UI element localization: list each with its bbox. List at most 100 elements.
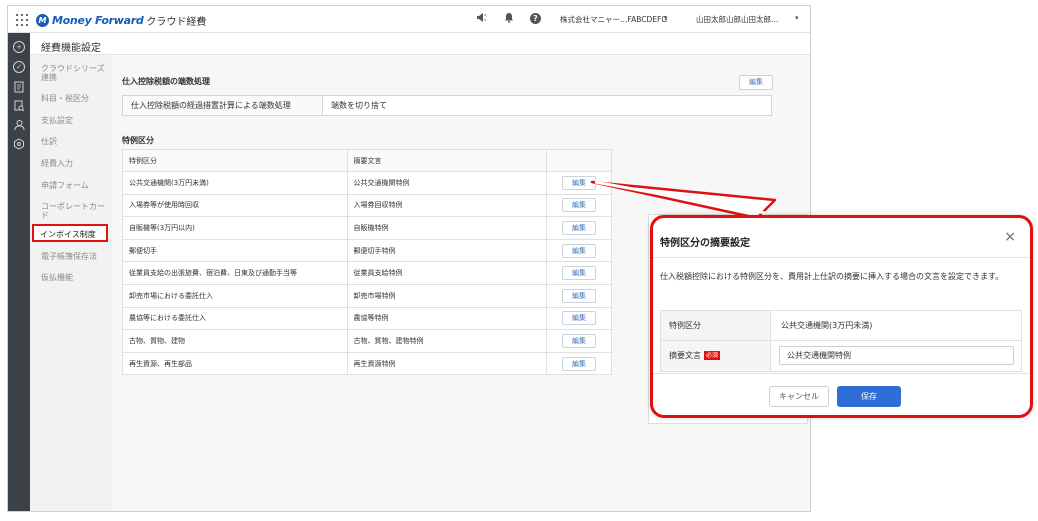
category-cell: 古物、質物、建物 bbox=[122, 329, 348, 353]
category-cell: 農協等における委託仕入 bbox=[122, 306, 348, 331]
row-edit-button[interactable]: 編集 bbox=[562, 175, 597, 190]
row-edit-button[interactable]: 編集 bbox=[562, 220, 597, 235]
category-label: 特例区分 bbox=[661, 311, 771, 340]
column-header bbox=[546, 149, 612, 172]
row-edit-button[interactable]: 編集 bbox=[562, 311, 597, 326]
required-badge: 必須 bbox=[704, 351, 721, 360]
category-cell: 自販機等(3万円以内) bbox=[122, 216, 348, 240]
text-cell: 卸売市場特例 bbox=[346, 283, 548, 308]
text-cell: 再生資源特例 bbox=[346, 351, 548, 376]
brand-logo-area[interactable]: M Money Forward クラウド経費 bbox=[36, 12, 206, 28]
announcement-icon[interactable] bbox=[476, 12, 487, 28]
table-row: 公共交通機関(3万円未満) 公共交通機関特例 編集 bbox=[122, 171, 612, 195]
row-edit-button[interactable]: 編集 bbox=[562, 333, 597, 348]
close-icon[interactable]: × bbox=[1004, 230, 1016, 244]
summary-text-row: 摘要文言 必須 公共交通機関特例 bbox=[661, 341, 1021, 371]
table-row: 自販機等(3万円以内) 自販機特例 編集 bbox=[122, 216, 612, 240]
cancel-button[interactable]: キャンセル bbox=[769, 386, 829, 407]
user-menu[interactable]: 山田太郎山郎山田太郎… bbox=[696, 14, 779, 25]
row-edit-button[interactable]: 編集 bbox=[562, 198, 597, 213]
document-search-icon[interactable] bbox=[13, 100, 25, 112]
text-cell: 自販機特例 bbox=[346, 216, 548, 240]
modal-header: 特例区分の摘要設定 × bbox=[653, 218, 1030, 258]
summary-text-cell: 公共交通機関特例 bbox=[771, 341, 1021, 371]
sidebar-item-accounts-tax[interactable]: 科目・税区分 bbox=[41, 94, 111, 103]
chevron-down-icon[interactable]: ▾ bbox=[664, 14, 668, 22]
category-value: 公共交通機関(3万円未満) bbox=[781, 321, 873, 330]
modal-title: 特例区分の摘要設定 bbox=[660, 238, 750, 249]
category-cell: 公共交通機関(3万円未満) bbox=[122, 171, 348, 195]
row-edit-button[interactable]: 編集 bbox=[562, 266, 597, 281]
chevron-down-icon[interactable]: ▾ bbox=[795, 14, 799, 22]
category-cell: 再生資源、再生部品 bbox=[122, 351, 348, 376]
text-cell: 公共交通機関特例 bbox=[346, 171, 548, 195]
edit-cell: 編集 bbox=[546, 238, 612, 263]
sidebar-item-label: インボイス制度 bbox=[40, 230, 96, 239]
table-row: 再生資源、再生部品 再生資源特例 編集 bbox=[122, 351, 612, 376]
bell-icon[interactable] bbox=[504, 12, 514, 28]
row-edit-button[interactable]: 編集 bbox=[562, 288, 597, 303]
rounding-setting-row: 仕入控除税額の経過措置計算による端数処理 端数を切り捨て bbox=[122, 95, 772, 116]
edit-cell: 編集 bbox=[546, 261, 612, 285]
page-header: 経費機能設定 bbox=[30, 33, 810, 55]
sidebar-item-corporate-card[interactable]: コーポレートカード bbox=[41, 202, 111, 220]
text-cell: 入場券回収特例 bbox=[346, 193, 548, 218]
brand-name: Money Forward bbox=[52, 13, 144, 27]
edit-cell: 編集 bbox=[546, 171, 612, 195]
sidebar-item-cloud-integration[interactable]: クラウドシリーズ連携 bbox=[41, 64, 111, 82]
special-section-title: 特例区分 bbox=[122, 136, 154, 145]
table-row: 入場券等が使用時回収 入場券回収特例 編集 bbox=[122, 193, 612, 218]
rounding-edit-button[interactable]: 編集 bbox=[739, 75, 773, 90]
column-header: 特例区分 bbox=[122, 149, 348, 172]
edit-cell: 編集 bbox=[546, 306, 612, 331]
rounding-section-title: 仕入控除税額の端数処理 bbox=[122, 77, 210, 86]
category-cell: 入場券等が使用時回収 bbox=[122, 193, 348, 218]
save-button[interactable]: 保存 bbox=[837, 386, 901, 407]
settings-icon[interactable] bbox=[13, 138, 25, 150]
help-icon[interactable]: ? bbox=[530, 13, 541, 24]
sidebar-item-advance-payment[interactable]: 仮払機能 bbox=[41, 273, 111, 282]
modal-footer: キャンセル 保存 bbox=[653, 373, 1030, 415]
document-icon[interactable] bbox=[13, 81, 25, 93]
modal-description: 仕入税額控除における特例区分を、費用計上仕訳の摘要に挿入する場合の文言を設定でき… bbox=[660, 272, 1004, 281]
table-row: 卸売市場における委託仕入 卸売市場特例 編集 bbox=[122, 283, 612, 308]
check-circle-icon[interactable]: ✓ bbox=[13, 61, 25, 73]
icon-rail: + ✓ bbox=[8, 33, 30, 511]
summary-text-label: 摘要文言 bbox=[669, 351, 701, 360]
edit-cell: 編集 bbox=[546, 216, 612, 240]
sidebar-item-invoice[interactable]: インボイス制度 bbox=[32, 224, 108, 242]
rounding-label: 仕入控除税額の経過措置計算による端数処理 bbox=[123, 96, 323, 115]
sidebar-item-expense-input[interactable]: 経費入力 bbox=[41, 159, 111, 168]
column-header: 摘要文言 bbox=[346, 149, 548, 172]
category-cell: 従業員支給の出張旅費、宿泊費、日東及び通勤手当等 bbox=[122, 261, 348, 285]
rounding-value: 端数を切り捨て bbox=[331, 101, 387, 110]
edit-cell: 編集 bbox=[546, 351, 612, 376]
settings-sidebar: クラウドシリーズ連携 科目・税区分 支払設定 仕訳 経費入力 申請フォーム コー… bbox=[30, 55, 112, 511]
row-edit-button[interactable]: 編集 bbox=[562, 243, 597, 258]
table-row: 郵便切手 郵便切手特例 編集 bbox=[122, 238, 612, 263]
category-row: 特例区分 公共交通機関(3万円未満) bbox=[661, 311, 1021, 341]
modal-form-table: 特例区分 公共交通機関(3万円未満) 摘要文言 必須 公共交通機関特例 bbox=[660, 310, 1022, 372]
text-cell: 古物、質物、建物特例 bbox=[346, 329, 548, 353]
table-row: 古物、質物、建物 古物、質物、建物特例 編集 bbox=[122, 329, 612, 353]
summary-text-label-cell: 摘要文言 必須 bbox=[661, 341, 771, 371]
edit-cell: 編集 bbox=[546, 193, 612, 218]
sidebar-item-e-book[interactable]: 電子帳簿保存法 bbox=[41, 252, 111, 261]
sidebar-item-payment[interactable]: 支払設定 bbox=[41, 116, 111, 125]
summary-text-input[interactable]: 公共交通機関特例 bbox=[779, 346, 1014, 365]
top-bar: M Money Forward クラウド経費 ? 株式会社マニャー…FABCDE… bbox=[8, 6, 810, 33]
app-grid-icon[interactable] bbox=[16, 14, 28, 26]
category-cell: 卸売市場における委託仕入 bbox=[122, 283, 348, 308]
special-category-modal: 特例区分の摘要設定 × 仕入税額控除における特例区分を、費用計上仕訳の摘要に挿入… bbox=[650, 215, 1033, 418]
company-selector[interactable]: 株式会社マニャー…FABCDEFG bbox=[560, 14, 667, 25]
text-cell: 郵便切手特例 bbox=[346, 238, 548, 263]
sidebar-item-application-form[interactable]: 申請フォーム bbox=[41, 181, 111, 190]
sidebar-item-journal[interactable]: 仕訳 bbox=[41, 137, 111, 146]
special-category-table: 特例区分 摘要文言 公共交通機関(3万円未満) 公共交通機関特例 編集 入場券等が使… bbox=[122, 149, 612, 376]
plus-circle-icon[interactable]: + bbox=[13, 41, 25, 53]
category-cell: 郵便切手 bbox=[122, 238, 348, 263]
table-row: 従業員支給の出張旅費、宿泊費、日東及び通勤手当等 従業員支給特例 編集 bbox=[122, 261, 612, 285]
text-cell: 従業員支給特例 bbox=[346, 261, 548, 285]
row-edit-button[interactable]: 編集 bbox=[562, 356, 597, 371]
user-icon[interactable] bbox=[13, 119, 25, 131]
